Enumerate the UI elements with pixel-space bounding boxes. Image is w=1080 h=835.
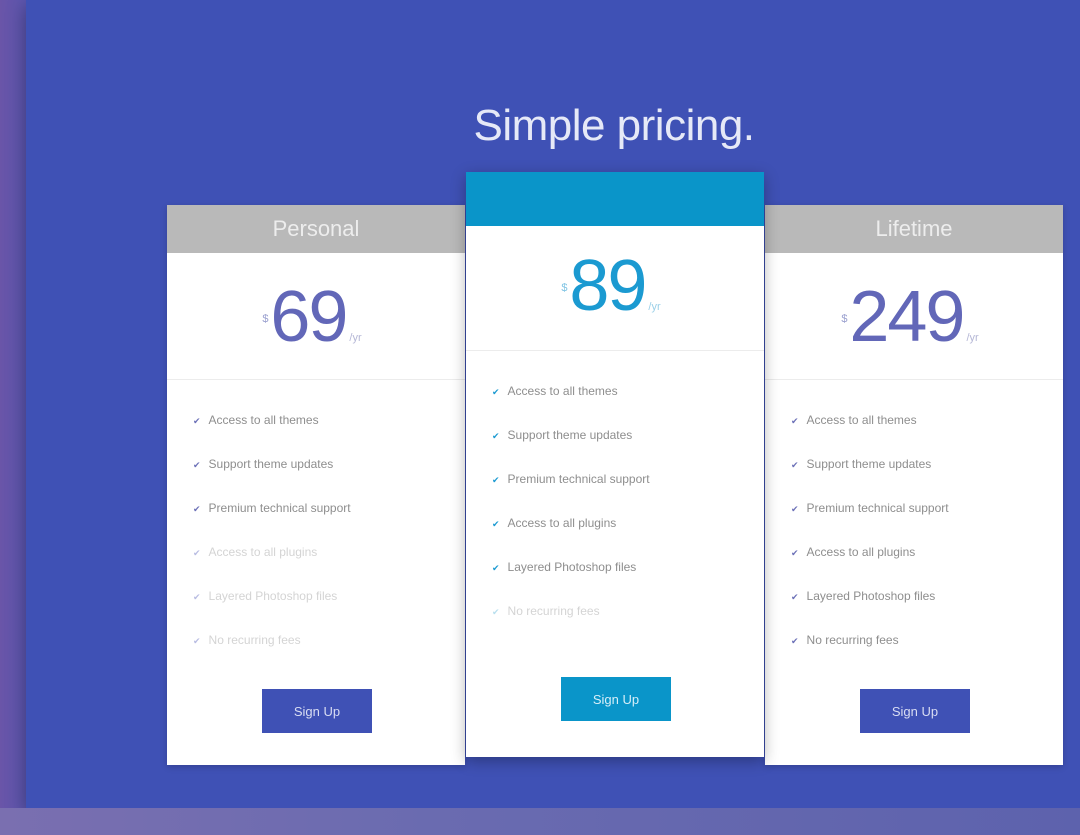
feature-item: ✔ Access to all plugins — [791, 530, 1063, 574]
pricing-section: Simple pricing. Personal $69/yr ✔ Access … — [26, 0, 1080, 808]
check-icon: ✔ — [791, 504, 799, 514]
feature-item-disabled: ✔ No recurring fees — [492, 589, 764, 633]
check-icon: ✔ — [193, 504, 201, 514]
check-icon: ✔ — [492, 519, 500, 529]
feature-item: ✔ Premium technical support — [791, 486, 1063, 530]
price-period: /yr — [349, 332, 362, 344]
plan-price: $89/yr — [561, 246, 661, 347]
feature-label: No recurring fees — [507, 604, 600, 618]
feature-item-disabled: ✔ Access to all plugins — [193, 530, 465, 574]
price-amount: 69 — [270, 277, 348, 357]
feature-item: ✔ Premium technical support — [193, 486, 465, 530]
feature-label: Layered Photoshop files — [208, 589, 338, 603]
feature-label: Premium technical support — [507, 472, 650, 486]
price-period: /yr — [648, 301, 661, 313]
feature-item: ✔ Layered Photoshop files — [791, 574, 1063, 618]
feature-label: Support theme updates — [208, 457, 334, 471]
feature-label: Access to all plugins — [806, 545, 916, 559]
feature-list: ✔ Access to all themes ✔ Support theme upd… — [167, 380, 465, 662]
feature-item: ✔ Support theme updates — [193, 442, 465, 486]
check-icon: ✔ — [492, 607, 500, 617]
price-amount: 249 — [849, 277, 965, 357]
feature-label: Access to all plugins — [507, 516, 617, 530]
feature-label: Layered Photoshop files — [507, 560, 637, 574]
check-icon: ✔ — [193, 592, 201, 602]
check-icon: ✔ — [791, 548, 799, 558]
feature-label: Access to all themes — [507, 384, 618, 398]
pricing-card-featured: $89/yr ✔ Access to all themes ✔ Support th… — [466, 172, 764, 757]
check-icon: ✔ — [492, 475, 500, 485]
feature-item: ✔ Access to all themes — [791, 398, 1063, 442]
plan-price: $69/yr — [262, 277, 362, 378]
feature-list: ✔ Access to all themes ✔ Support theme upd… — [765, 380, 1063, 662]
plan-price: $249/yr — [841, 277, 979, 378]
check-icon: ✔ — [492, 563, 500, 573]
feature-item: ✔ Support theme updates — [492, 413, 764, 457]
feature-item: ✔ Access to all plugins — [492, 501, 764, 545]
currency-symbol: $ — [841, 313, 848, 325]
feature-label: Support theme updates — [507, 428, 633, 442]
check-icon: ✔ — [492, 431, 500, 441]
feature-label: No recurring fees — [208, 633, 301, 647]
plan-name: Personal — [167, 205, 465, 253]
price-block: $249/yr — [765, 253, 1063, 380]
feature-item: ✔ No recurring fees — [791, 618, 1063, 662]
feature-label: No recurring fees — [806, 633, 899, 647]
feature-item-disabled: ✔ No recurring fees — [193, 618, 465, 662]
feature-label: Layered Photoshop files — [806, 589, 936, 603]
price-amount: 89 — [569, 246, 647, 326]
currency-symbol: $ — [561, 282, 568, 294]
price-block: $89/yr — [466, 226, 764, 351]
plan-name: Lifetime — [765, 205, 1063, 253]
featured-header-bar — [466, 172, 764, 226]
feature-label: Access to all plugins — [208, 545, 318, 559]
background-strip — [0, 808, 1080, 835]
price-period: /yr — [966, 332, 979, 344]
check-icon: ✔ — [791, 636, 799, 646]
feature-label: Access to all themes — [208, 413, 319, 427]
check-icon: ✔ — [791, 592, 799, 602]
check-icon: ✔ — [193, 636, 201, 646]
feature-item-disabled: ✔ Layered Photoshop files — [193, 574, 465, 618]
feature-label: Access to all themes — [806, 413, 917, 427]
price-block: $69/yr — [167, 253, 465, 380]
feature-label: Support theme updates — [806, 457, 932, 471]
feature-item: ✔ Layered Photoshop files — [492, 545, 764, 589]
pricing-card-personal: Personal $69/yr ✔ Access to all themes ✔ S… — [167, 205, 465, 765]
check-icon: ✔ — [492, 387, 500, 397]
currency-symbol: $ — [262, 313, 269, 325]
pricing-card-lifetime: Lifetime $249/yr ✔ Access to all themes ✔… — [765, 205, 1063, 765]
check-icon: ✔ — [193, 548, 201, 558]
feature-label: Premium technical support — [208, 501, 351, 515]
check-icon: ✔ — [791, 460, 799, 470]
feature-list: ✔ Access to all themes ✔ Support theme upd… — [466, 351, 764, 633]
sign-up-button-personal[interactable]: Sign Up — [262, 689, 372, 733]
feature-item: ✔ Access to all themes — [193, 398, 465, 442]
sign-up-button-lifetime[interactable]: Sign Up — [860, 689, 970, 733]
check-icon: ✔ — [193, 460, 201, 470]
feature-item: ✔ Access to all themes — [492, 369, 764, 413]
check-icon: ✔ — [193, 416, 201, 426]
feature-item: ✔ Support theme updates — [791, 442, 1063, 486]
page-title: Simple pricing. — [473, 101, 755, 151]
sign-up-button-featured[interactable]: Sign Up — [561, 677, 671, 721]
feature-item: ✔ Premium technical support — [492, 457, 764, 501]
check-icon: ✔ — [791, 416, 799, 426]
feature-label: Premium technical support — [806, 501, 949, 515]
